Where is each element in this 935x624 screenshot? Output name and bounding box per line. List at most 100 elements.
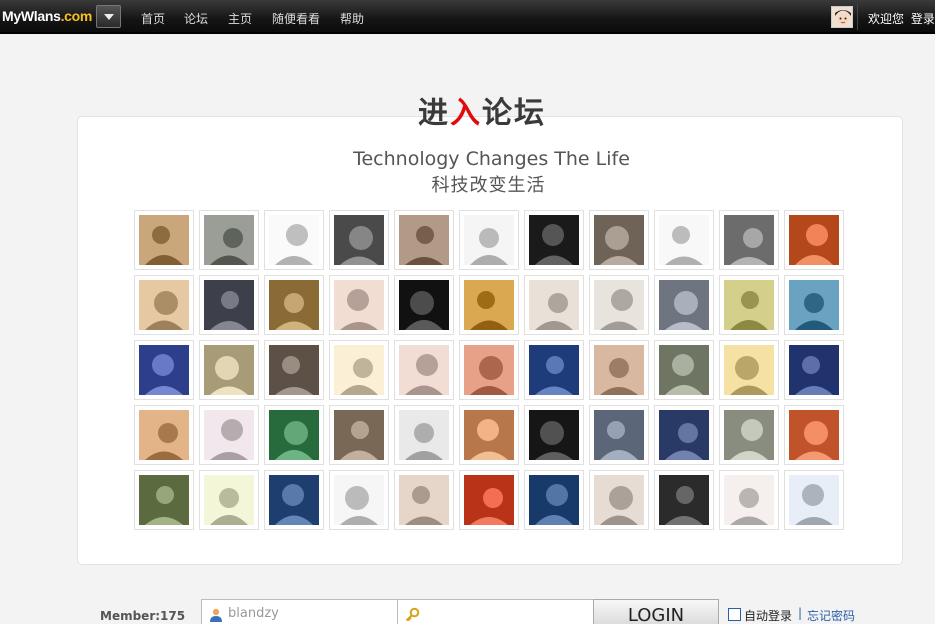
member-avatar[interactable]	[394, 405, 454, 465]
user-icon	[210, 608, 222, 622]
login-link[interactable]: 登录	[911, 12, 935, 26]
member-avatar[interactable]	[524, 275, 584, 335]
member-avatar[interactable]	[459, 275, 519, 335]
member-avatar[interactable]	[784, 210, 844, 270]
link-divider: |	[798, 606, 803, 620]
member-avatar[interactable]	[394, 340, 454, 400]
member-avatar[interactable]	[719, 470, 779, 530]
avatar-image-icon	[269, 410, 319, 460]
member-avatar[interactable]	[784, 340, 844, 400]
member-avatar[interactable]	[524, 405, 584, 465]
member-avatar[interactable]	[524, 210, 584, 270]
avatar-image-icon	[464, 410, 514, 460]
avatar-image-icon	[269, 345, 319, 395]
member-avatar[interactable]	[134, 340, 194, 400]
member-count: Member:175	[100, 609, 186, 623]
member-avatar[interactable]	[784, 470, 844, 530]
avatar-image-icon	[399, 475, 449, 525]
member-avatar[interactable]	[134, 275, 194, 335]
member-avatar[interactable]	[719, 340, 779, 400]
avatar-image-icon	[529, 410, 579, 460]
member-avatar[interactable]	[264, 340, 324, 400]
member-avatar[interactable]	[719, 210, 779, 270]
avatar-image-icon	[724, 215, 774, 265]
member-avatar[interactable]	[654, 340, 714, 400]
welcome-text: 欢迎您	[868, 12, 905, 26]
avatar-image-icon	[464, 280, 514, 330]
member-avatar[interactable]	[654, 275, 714, 335]
member-avatar[interactable]	[719, 405, 779, 465]
member-avatar[interactable]	[524, 340, 584, 400]
member-avatar[interactable]	[654, 470, 714, 530]
avatar-image-icon	[789, 280, 839, 330]
avatar-face-icon	[832, 7, 852, 27]
member-avatar-grid	[134, 210, 844, 530]
member-avatar[interactable]	[264, 210, 324, 270]
nav-item-home[interactable]: 首页	[141, 10, 165, 27]
member-avatar[interactable]	[589, 405, 649, 465]
avatar-image-icon	[594, 410, 644, 460]
member-avatar[interactable]	[199, 275, 259, 335]
member-avatar[interactable]	[589, 210, 649, 270]
site-logo[interactable]: MyWlans.com	[2, 8, 92, 24]
member-avatar[interactable]	[394, 275, 454, 335]
member-avatar[interactable]	[459, 340, 519, 400]
member-avatar[interactable]	[199, 210, 259, 270]
username-input[interactable]	[228, 606, 388, 621]
avatar-image-icon	[139, 280, 189, 330]
member-avatar[interactable]	[784, 275, 844, 335]
member-avatar[interactable]	[329, 470, 389, 530]
member-avatar[interactable]	[199, 470, 259, 530]
avatar-image-icon	[139, 215, 189, 265]
avatar-image-icon	[789, 345, 839, 395]
avatar-image-icon	[464, 215, 514, 265]
title-part-3: 论坛	[482, 96, 546, 131]
member-avatar[interactable]	[654, 210, 714, 270]
member-avatar[interactable]	[654, 405, 714, 465]
nav-item-forum[interactable]: 论坛	[184, 10, 208, 27]
member-avatar[interactable]	[459, 405, 519, 465]
member-avatar[interactable]	[394, 470, 454, 530]
member-avatar[interactable]	[199, 340, 259, 400]
member-avatar[interactable]	[719, 275, 779, 335]
member-avatar[interactable]	[329, 210, 389, 270]
password-input[interactable]	[424, 606, 584, 621]
auto-login-checkbox[interactable]	[728, 608, 741, 621]
auto-login-label[interactable]: 自动登录	[744, 607, 792, 624]
member-avatar[interactable]	[329, 275, 389, 335]
member-avatar[interactable]	[199, 405, 259, 465]
avatar-image-icon	[139, 475, 189, 525]
member-avatar[interactable]	[264, 470, 324, 530]
member-avatar[interactable]	[134, 470, 194, 530]
member-avatar[interactable]	[589, 340, 649, 400]
member-avatar[interactable]	[329, 405, 389, 465]
avatar-image-icon	[594, 280, 644, 330]
member-avatar[interactable]	[589, 275, 649, 335]
forgot-password-link[interactable]: 忘记密码	[807, 607, 855, 624]
avatar-image-icon	[334, 475, 384, 525]
avatar-image-icon	[789, 215, 839, 265]
member-avatar[interactable]	[264, 405, 324, 465]
member-avatar[interactable]	[134, 210, 194, 270]
nav-item-homepage[interactable]: 主页	[228, 10, 252, 27]
page-title: 进入论坛	[418, 88, 546, 132]
login-button[interactable]: LOGIN	[593, 599, 719, 624]
user-avatar[interactable]	[831, 6, 853, 28]
member-avatar[interactable]	[459, 470, 519, 530]
nav-item-help[interactable]: 帮助	[340, 10, 364, 27]
site-menu-button[interactable]	[96, 5, 121, 28]
member-avatar[interactable]	[264, 275, 324, 335]
avatar-image-icon	[594, 475, 644, 525]
avatar-image-icon	[659, 345, 709, 395]
member-avatar[interactable]	[784, 405, 844, 465]
member-avatar[interactable]	[589, 470, 649, 530]
avatar-image-icon	[789, 475, 839, 525]
member-avatar[interactable]	[134, 405, 194, 465]
password-field-box	[397, 599, 594, 624]
member-avatar[interactable]	[394, 210, 454, 270]
member-avatar[interactable]	[329, 340, 389, 400]
member-avatar[interactable]	[459, 210, 519, 270]
avatar-image-icon	[139, 345, 189, 395]
member-avatar[interactable]	[524, 470, 584, 530]
nav-item-browse[interactable]: 随便看看	[272, 10, 320, 27]
